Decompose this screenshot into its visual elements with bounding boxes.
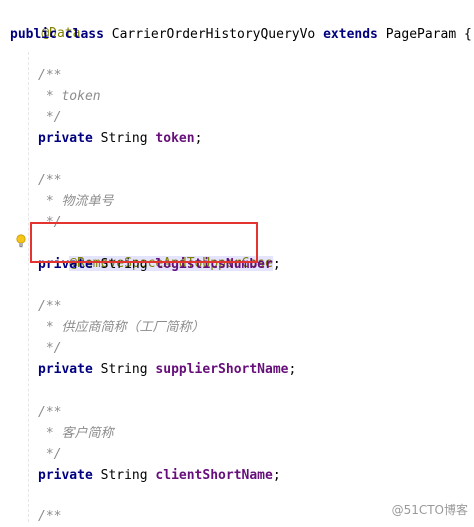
semicolon: ;	[288, 362, 297, 377]
field-name: token	[155, 131, 195, 146]
type-string: String	[100, 131, 148, 146]
highlight-box	[30, 222, 258, 263]
code-line-annotation-data: @Data	[10, 4, 80, 41]
keyword-private: private	[38, 131, 93, 146]
code-editor[interactable]: @Data public class CarrierOrderHistoryQu…	[0, 0, 474, 524]
doc-comment-text: * 客户简称	[38, 426, 114, 441]
keyword-public: public	[10, 27, 57, 42]
watermark: @51CTO博客	[391, 503, 468, 517]
doc-comment-close: */	[38, 341, 62, 356]
doc-comment-text: * token	[38, 89, 101, 104]
type-string: String	[100, 362, 148, 377]
class-name: CarrierOrderHistoryQueryVo	[111, 27, 316, 42]
doc-comment-open: /**	[38, 509, 62, 524]
doc-comment-close: */	[38, 447, 62, 462]
super-class-name: PageParam	[385, 27, 457, 42]
indent-guide	[28, 52, 29, 522]
doc-comment-open: /**	[38, 173, 62, 188]
keyword-extends: extends	[323, 27, 378, 42]
keyword-private: private	[38, 468, 93, 483]
field-name: supplierShortName	[155, 362, 289, 377]
field-declaration-supplier-short-name: private String supplierShortName;	[38, 360, 296, 380]
keyword-private: private	[38, 362, 93, 377]
semicolon: ;	[272, 257, 281, 272]
doc-comment-open: /**	[38, 68, 62, 83]
doc-comment-close: */	[38, 110, 62, 125]
doc-comment-open: /**	[38, 299, 62, 314]
lightbulb-icon[interactable]	[15, 234, 27, 248]
field-declaration-client-short-name: private String clientShortName;	[38, 466, 281, 486]
doc-comment-text: * 供应商简称（工厂简称）	[38, 320, 205, 335]
doc-comment-text: * 物流单号	[38, 194, 114, 209]
keyword-class: class	[64, 27, 104, 42]
code-line-class-decl: public class CarrierOrderHistoryQueryVo …	[10, 25, 472, 45]
doc-comment-open: /**	[38, 405, 62, 420]
type-string: String	[100, 468, 148, 483]
field-name: clientShortName	[155, 468, 273, 483]
open-brace: {	[464, 27, 472, 42]
field-declaration-token: private String token;	[38, 129, 202, 149]
semicolon: ;	[272, 468, 281, 483]
semicolon: ;	[194, 131, 203, 146]
